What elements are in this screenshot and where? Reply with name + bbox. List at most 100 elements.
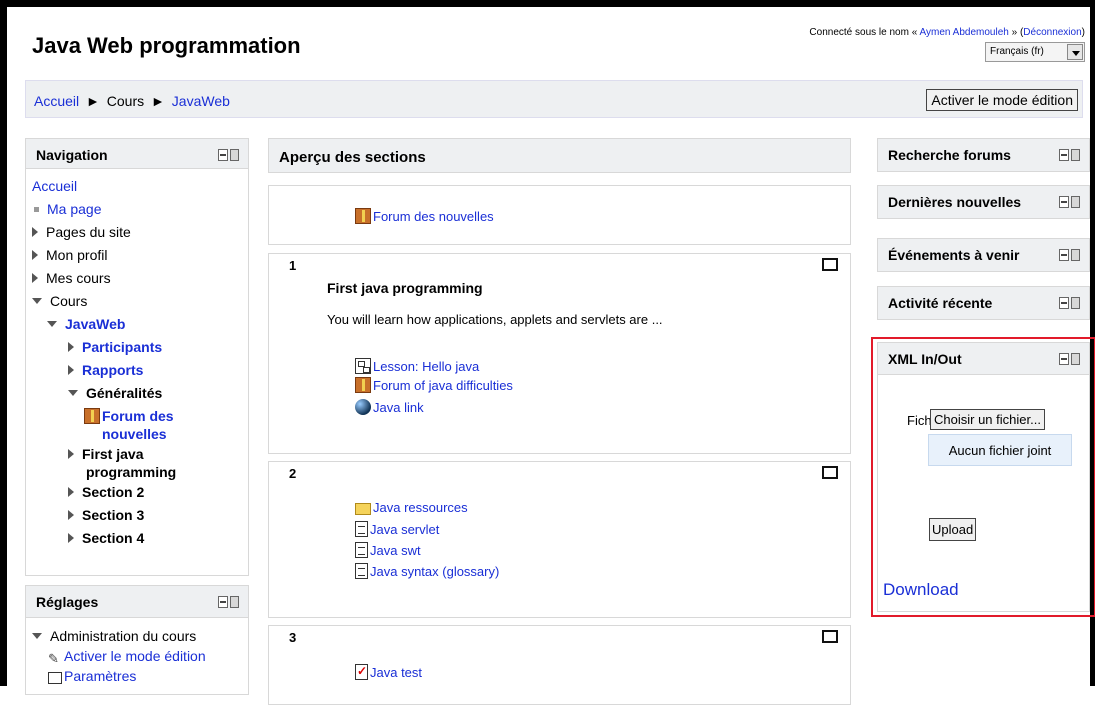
nav-item-home-link[interactable]: Accueil — [32, 178, 77, 194]
nav-item-news-forum[interactable]: Forum des nouvelles — [32, 405, 248, 443]
dock-block-icon[interactable] — [218, 149, 240, 161]
lesson-icon — [355, 358, 371, 374]
expand-arrow-icon[interactable] — [68, 365, 74, 375]
breadcrumb-home[interactable]: Accueil — [34, 93, 79, 109]
settings-item-parameters-link[interactable]: Paramètres — [64, 668, 136, 684]
glossary-icon — [355, 563, 368, 579]
settings-icon — [48, 672, 62, 684]
section-number: 3 — [289, 630, 297, 645]
expand-arrow-icon[interactable] — [68, 510, 74, 520]
section-1: 1 First java programming You will learn … — [268, 253, 851, 454]
dock-block-icon[interactable] — [1059, 196, 1081, 208]
activity-glossary-link[interactable]: Java syntax (glossary) — [370, 564, 499, 579]
language-select[interactable]: Français (fr) — [985, 42, 1085, 62]
dock-block-icon[interactable] — [1059, 297, 1081, 309]
nav-item-section-2[interactable]: Section 2 — [32, 481, 248, 504]
nav-item-my-page-link[interactable]: Ma page — [47, 201, 101, 217]
collapse-arrow-icon[interactable] — [68, 390, 78, 396]
nav-item-section-2-label: Section 2 — [82, 484, 145, 500]
login-info: Connecté sous le nom « Aymen Abdemouleh … — [809, 27, 1085, 38]
dock-block-icon[interactable] — [1059, 249, 1081, 261]
activity-folder[interactable]: Java ressources — [355, 500, 468, 516]
latest-news-header: Dernières nouvelles — [878, 186, 1089, 218]
activity-url-link[interactable]: Java link — [373, 400, 424, 415]
nav-item-general[interactable]: Généralités — [32, 382, 248, 405]
login-suffix: ) — [1081, 27, 1085, 38]
breadcrumb-course[interactable]: JavaWeb — [172, 93, 230, 109]
logout-link[interactable]: Déconnexion — [1023, 27, 1081, 38]
collapse-arrow-icon[interactable] — [32, 298, 42, 304]
nav-item-my-profile-label: Mon profil — [46, 247, 108, 263]
quiz-icon — [355, 663, 368, 680]
forum-icon — [84, 408, 100, 424]
activity-folder-link[interactable]: Java ressources — [373, 500, 468, 515]
dock-block-icon[interactable] — [218, 596, 240, 608]
nav-item-javaweb-link[interactable]: JavaWeb — [65, 316, 125, 332]
nav-item-news-forum-link[interactable]: Forum des — [102, 408, 174, 424]
settings-item-parameters[interactable]: Paramètres — [32, 666, 248, 686]
nav-item-news-forum-link-line2[interactable]: nouvelles — [84, 426, 167, 442]
nav-item-section-3[interactable]: Section 3 — [32, 504, 248, 527]
expand-arrow-icon[interactable] — [32, 250, 38, 260]
settings-tree: Administration du cours Activer le mode … — [26, 618, 248, 686]
expand-arrow-icon[interactable] — [68, 449, 74, 459]
chevron-down-icon[interactable] — [1067, 44, 1083, 60]
nav-item-section-4[interactable]: Section 4 — [32, 527, 248, 550]
settings-item-enable-editing[interactable]: Activer le mode édition — [32, 646, 248, 669]
expand-arrow-icon[interactable] — [32, 227, 38, 237]
nav-item-my-profile[interactable]: Mon profil — [32, 244, 248, 267]
activity-page-swt-link[interactable]: Java swt — [370, 543, 421, 558]
collapse-arrow-icon[interactable] — [47, 321, 57, 327]
settings-item-course-admin-label: Administration du cours — [50, 628, 197, 644]
activity-glossary[interactable]: Java syntax (glossary) — [355, 563, 499, 580]
activity-lesson[interactable]: Lesson: Hello java — [355, 358, 479, 375]
settings-block-title: Réglages — [36, 594, 99, 610]
nav-item-home[interactable]: Accueil — [32, 175, 248, 198]
user-name-link[interactable]: Aymen Abdemouleh — [920, 27, 1009, 38]
activity-page-servlet-link[interactable]: Java servlet — [370, 522, 439, 537]
nav-item-section-3-label: Section 3 — [82, 507, 145, 523]
nav-item-participants-link[interactable]: Participants — [82, 339, 162, 355]
expand-arrow-icon[interactable] — [68, 342, 74, 352]
activity-quiz[interactable]: Java test — [355, 663, 422, 681]
latest-news-title: Dernières nouvelles — [888, 194, 1022, 210]
activity-news-forum[interactable]: Forum des nouvelles — [355, 208, 494, 225]
expand-arrow-icon[interactable] — [68, 533, 74, 543]
settings-item-course-admin[interactable]: Administration du cours — [32, 626, 248, 646]
activity-forum[interactable]: Forum of java difficulties — [355, 377, 513, 394]
activity-page-swt[interactable]: Java swt — [355, 542, 421, 559]
nav-item-my-courses[interactable]: Mes cours — [32, 267, 248, 290]
nav-item-courses[interactable]: Cours — [32, 290, 248, 313]
nav-item-first-java-label-line2: programming — [86, 464, 177, 480]
activity-url[interactable]: Java link — [355, 399, 424, 416]
nav-item-participants[interactable]: Participants — [32, 336, 248, 359]
nav-item-site-pages-label: Pages du site — [46, 224, 131, 240]
expand-arrow-icon[interactable] — [32, 273, 38, 283]
navigation-block-header: Navigation — [26, 139, 248, 169]
enable-editing-button[interactable]: Activer le mode édition — [926, 89, 1078, 111]
nav-item-my-page[interactable]: Ma page — [32, 198, 248, 221]
nav-item-javaweb[interactable]: JavaWeb — [32, 313, 248, 336]
nav-item-reports-link[interactable]: Rapports — [82, 362, 143, 378]
page-icon — [355, 542, 368, 558]
nav-item-reports[interactable]: Rapports — [32, 359, 248, 382]
activity-quiz-link[interactable]: Java test — [370, 665, 422, 680]
collapse-arrow-icon[interactable] — [32, 633, 42, 639]
activity-lesson-link[interactable]: Lesson: Hello java — [373, 359, 479, 374]
site-title: Java Web programmation — [32, 33, 301, 58]
activity-page-servlet[interactable]: Java servlet — [355, 521, 439, 538]
highlight-checkbox-icon[interactable] — [822, 466, 838, 479]
activity-news-forum-link[interactable]: Forum des nouvelles — [373, 209, 494, 224]
highlight-checkbox-icon[interactable] — [822, 258, 838, 271]
dock-block-icon[interactable] — [1059, 149, 1081, 161]
nav-item-first-java-label: First java — [82, 446, 144, 462]
expand-arrow-icon[interactable] — [68, 487, 74, 497]
nav-item-section-4-label: Section 4 — [82, 530, 145, 546]
nav-item-courses-label: Cours — [50, 293, 88, 309]
settings-item-enable-editing-link[interactable]: Activer le mode édition — [64, 648, 206, 664]
forum-icon — [355, 377, 371, 393]
highlight-checkbox-icon[interactable] — [822, 630, 838, 643]
nav-item-first-java[interactable]: First java programming — [32, 443, 248, 481]
activity-forum-link[interactable]: Forum of java difficulties — [373, 378, 513, 393]
nav-item-site-pages[interactable]: Pages du site — [32, 221, 248, 244]
